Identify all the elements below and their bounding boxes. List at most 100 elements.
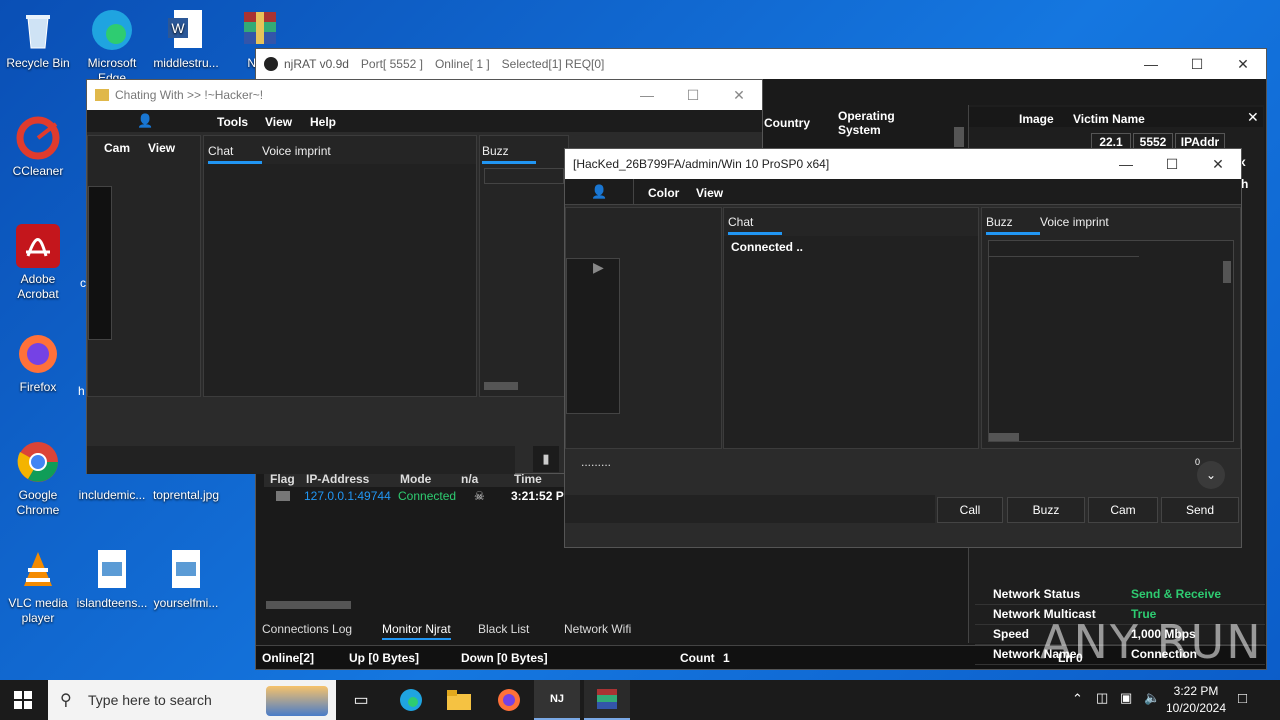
horizontal-scrollbar[interactable] (266, 601, 351, 609)
chat2-status-dots: ......... (581, 455, 612, 469)
taskbar-explorer[interactable] (436, 680, 482, 720)
tab-black-list[interactable]: Black List (478, 622, 529, 636)
status-up: Up [0 Bytes] (349, 651, 420, 665)
tray-defender-icon[interactable]: ◫ (1096, 690, 1108, 706)
network-key: Network Status (993, 587, 1081, 601)
scroll-down-button[interactable]: ⌄ (1197, 461, 1225, 489)
start-button[interactable] (0, 680, 46, 720)
row-mode: Connected (398, 489, 457, 503)
desktop-icon-word-doc[interactable]: W middlestru... (148, 8, 224, 71)
desktop-icon-label: toprental.jpg (152, 488, 220, 502)
notification-icon[interactable]: □ (1238, 690, 1247, 707)
chat1-menubar: 👤 Tools View Help (87, 110, 762, 132)
taskbar-search[interactable]: ⚲ Type here to search (48, 680, 336, 720)
close-button[interactable]: ✕ (1220, 49, 1266, 79)
column-header-flag[interactable]: Flag (270, 472, 295, 486)
desktop-icon-chrome[interactable]: Google Chrome (0, 440, 76, 518)
submenu-cam[interactable]: Cam (104, 141, 130, 155)
chat1-app-icon (95, 89, 109, 101)
table-row[interactable]: 127.0.0.1:49744 Connected ☠ 3:21:52 P (264, 489, 564, 505)
desktop-icon-vlc[interactable]: VLC media player (0, 548, 76, 626)
column-header-mode[interactable]: Mode (400, 472, 431, 486)
minimize-button[interactable]: — (1128, 49, 1174, 79)
chat2-chat-pane: Chat Connected .. (723, 207, 979, 449)
close-button[interactable]: ✕ (716, 80, 762, 110)
tray-volume-icon[interactable]: 🔈 (1144, 690, 1160, 706)
close-button[interactable]: ✕ (1195, 149, 1241, 179)
minimize-button[interactable]: — (624, 80, 670, 110)
desktop-icon-yourselfmi[interactable]: yourselfmi... (148, 548, 224, 611)
desktop-icon-recycle-bin[interactable]: Recycle Bin (0, 8, 76, 71)
vertical-scrollbar[interactable] (954, 127, 964, 147)
image-file-icon (90, 548, 134, 592)
chat-bubble-icon[interactable]: ▮ (533, 446, 559, 472)
message-input[interactable] (565, 495, 935, 523)
horizontal-scrollbar[interactable] (484, 382, 518, 390)
side-header-image[interactable]: Image (1019, 112, 1054, 126)
user-icon[interactable]: 👤 (591, 184, 607, 200)
desktop-icon-acrobat[interactable]: Adobe Acrobat (0, 224, 76, 302)
menu-tools[interactable]: Tools (217, 115, 248, 129)
vertical-scrollbar[interactable] (1223, 261, 1231, 283)
side-header-victim[interactable]: Victim Name (1073, 112, 1145, 126)
desktop-icon-ccleaner[interactable]: CCleaner (0, 116, 76, 179)
column-header-ip[interactable]: IP-Address (306, 472, 369, 486)
desktop-icon-firefox[interactable]: Firefox (0, 332, 76, 395)
tray-network-icon[interactable]: ▣ (1120, 690, 1132, 706)
desktop-icon-edge[interactable]: Microsoft Edge (74, 8, 150, 86)
minimize-button[interactable]: — (1103, 149, 1149, 179)
user-icon[interactable]: 👤 (137, 113, 153, 129)
taskbar-winrar[interactable] (584, 680, 630, 720)
tab-chat[interactable]: Chat (728, 215, 783, 235)
tab-network-wifi[interactable]: Network Wifi (564, 622, 631, 636)
desktop-icon-label: CCleaner (12, 164, 64, 178)
send-button[interactable]: Send (1161, 497, 1239, 523)
desktop-icon-islandteens[interactable]: islandteens... (74, 548, 150, 611)
maximize-button[interactable]: ☐ (670, 80, 716, 110)
menu-view[interactable]: View (696, 186, 723, 200)
tab-chat[interactable]: Chat (208, 144, 263, 164)
chat1-input-area[interactable] (87, 446, 515, 474)
submenu-view[interactable]: View (148, 141, 175, 155)
task-view-button[interactable]: ▭ (338, 680, 384, 720)
vlc-icon (16, 548, 60, 592)
column-header-na[interactable]: n/a (461, 472, 478, 486)
column-header-time[interactable]: Time (514, 472, 542, 486)
buzz-button[interactable]: Buzz (1007, 497, 1085, 523)
desktop-icon-label: islandteens... (76, 596, 148, 610)
maximize-button[interactable]: ☐ (1174, 49, 1220, 79)
firefox-icon (498, 689, 520, 711)
menu-help[interactable]: Help (310, 115, 336, 129)
menu-view[interactable]: View (265, 115, 292, 129)
taskbar-njrat[interactable]: NJ (534, 680, 580, 720)
menu-color[interactable]: Color (648, 186, 679, 200)
njrat-titlebar: njRAT v0.9d Port[ 5552 ] Online[ 1 ] Sel… (256, 49, 1266, 79)
clock-time: 3:22 PM (1173, 684, 1219, 698)
cam-button[interactable]: Cam (1088, 497, 1158, 523)
search-icon: ⚲ (60, 692, 72, 709)
tab-buzz[interactable]: Buzz (482, 144, 536, 164)
clock-date: 10/20/2024 (1165, 701, 1227, 715)
taskbar: ⚲ Type here to search ▭ NJ ⌃ ◫ ▣ 🔈 3:22 … (0, 680, 1280, 720)
tray-chevron-icon[interactable]: ⌃ (1072, 691, 1083, 707)
column-header-country[interactable]: Country (764, 116, 810, 130)
maximize-button[interactable]: ☐ (1149, 149, 1195, 179)
side-close-icon[interactable]: ✕ (1247, 109, 1259, 126)
column-header-os[interactable]: Operating System (838, 109, 928, 137)
play-arrow-icon[interactable]: ▶ (593, 259, 604, 276)
tab-voice-imprint[interactable]: Voice imprint (262, 144, 331, 158)
taskbar-edge[interactable] (388, 680, 434, 720)
chat-window-victim: [HacKed_26B799FA/admin/Win 10 ProSP0 x64… (564, 148, 1242, 548)
buzz-grid-header (989, 241, 1139, 257)
clock[interactable]: 3:22 PM 10/20/2024 (1164, 683, 1228, 717)
chat2-buzz-pane: Buzz Voice imprint (981, 207, 1241, 449)
taskbar-firefox[interactable] (486, 680, 532, 720)
horizontal-scrollbar[interactable] (989, 433, 1019, 441)
tab-buzz[interactable]: Buzz (986, 215, 1040, 235)
acrobat-icon (16, 224, 60, 268)
tab-monitor-njrat[interactable]: Monitor Njrat (382, 622, 451, 640)
chat1-buzz-pane: Buzz (479, 135, 569, 397)
tab-voice-imprint[interactable]: Voice imprint (1040, 215, 1109, 229)
call-button[interactable]: Call (937, 497, 1003, 523)
tab-connections-log[interactable]: Connections Log (262, 622, 352, 636)
